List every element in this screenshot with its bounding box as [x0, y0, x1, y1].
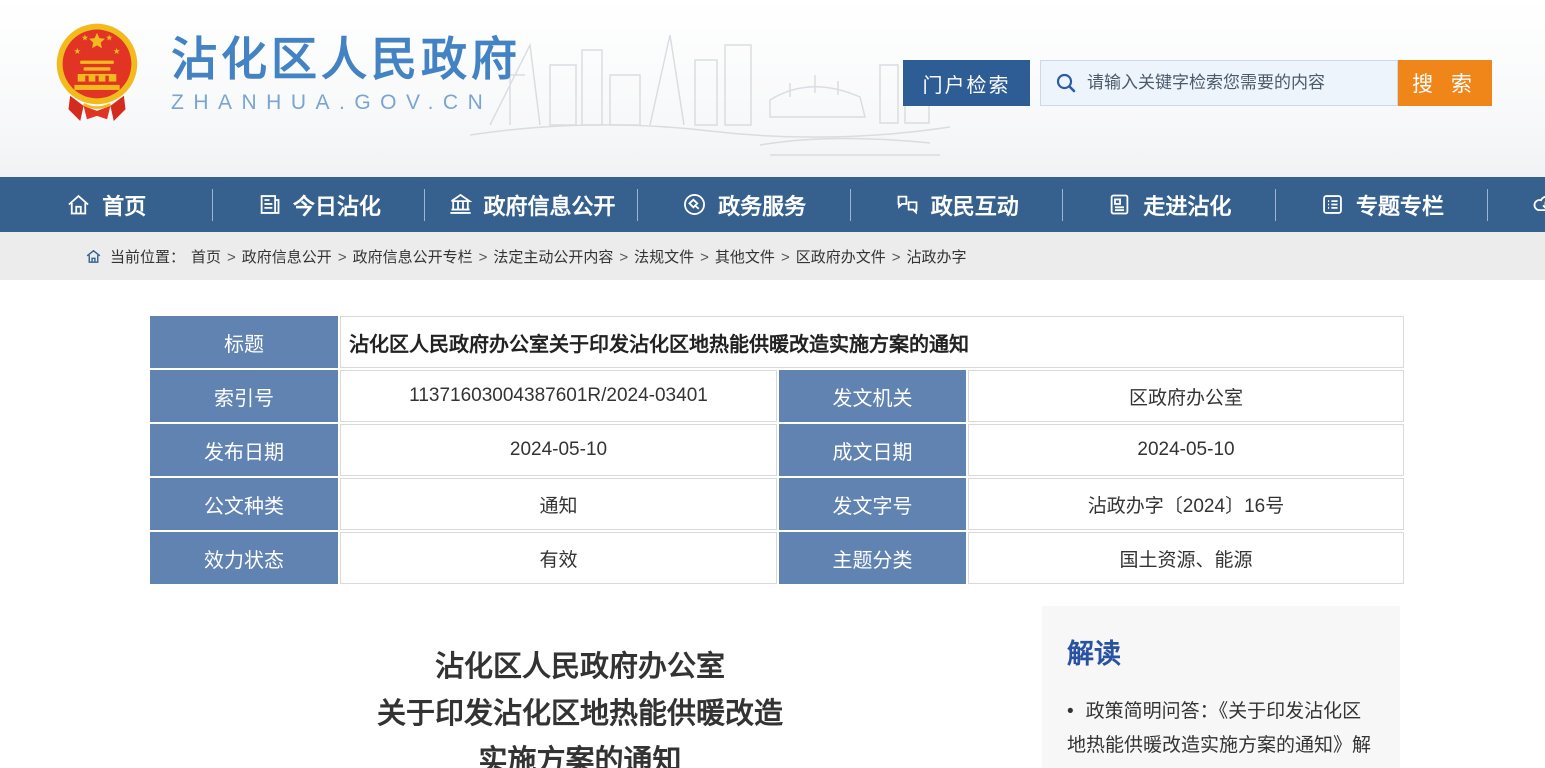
nav-item-info-disclosure[interactable]: 政府信息公开	[425, 177, 637, 232]
meta-label-title: 标题	[150, 316, 338, 368]
meta-label-doc-number: 发文字号	[779, 478, 966, 530]
nav-item-topics[interactable]: 专题专栏	[1276, 177, 1488, 232]
search-input[interactable]	[1087, 73, 1387, 93]
nav-item-interaction[interactable]: 政民互动	[851, 177, 1063, 232]
meta-value-subject-category: 国土资源、能源	[968, 532, 1404, 584]
document-title-line1: 沾化区人民政府办公室	[150, 644, 1010, 691]
interpretation-link[interactable]: 政策简明问答：《关于印发沾化区地热能供暖改造实施方案的通知》解读	[1067, 695, 1375, 768]
meta-value-doc-number: 沾政办字〔2024〕16号	[968, 478, 1404, 530]
breadcrumb-item-regulations[interactable]: 法规文件	[634, 246, 715, 267]
breadcrumb-item-gov-office-files[interactable]: 区政府办文件	[796, 246, 907, 267]
main-navigation: 首页 今日沾化 政府信息公开 政务服务 政民互动 走进沾化 专题	[0, 177, 1545, 232]
nav-item-open-data[interactable]: 数据开放	[1488, 177, 1545, 232]
search-box	[1040, 60, 1398, 106]
meta-value-title: 沾化区人民政府办公室关于印发沾化区地热能供暖改造实施方案的通知	[340, 316, 1404, 368]
site-name: 沾化区人民政府	[171, 33, 521, 85]
breadcrumb-item-info-column[interactable]: 政府信息公开专栏	[353, 246, 494, 267]
breadcrumb: 当前位置： 首页 政府信息公开 政府信息公开专栏 法定主动公开内容 法规文件 其…	[0, 232, 1545, 280]
meta-label-publish-date: 发布日期	[150, 424, 338, 476]
portal-search-button[interactable]: 门户检索	[903, 60, 1030, 106]
meta-value-publish-date: 2024-05-10	[340, 424, 777, 476]
interpretation-panel: 解读 政策简明问答：《关于印发沾化区地热能供暖改造实施方案的通知》解读	[1042, 606, 1400, 768]
meta-value-doc-type: 通知	[340, 478, 777, 530]
document-meta-table: 标题 沾化区人民政府办公室关于印发沾化区地热能供暖改造实施方案的通知 索引号 1…	[150, 316, 1400, 584]
document-icon	[1106, 191, 1133, 218]
home-icon	[65, 191, 92, 218]
city-sketch-watermark	[470, 5, 950, 170]
search-icon	[1055, 72, 1077, 94]
breadcrumb-home-icon	[85, 248, 102, 265]
breadcrumb-label: 当前位置：	[110, 246, 185, 267]
svg-text:★: ★	[113, 46, 121, 56]
site-domain: ZHANHUA.GOV.CN	[171, 91, 521, 115]
breadcrumb-item-current[interactable]: 沾政办字	[906, 246, 966, 267]
interpretation-heading: 解读	[1067, 632, 1375, 671]
breadcrumb-item-info[interactable]: 政府信息公开	[242, 246, 353, 267]
nav-item-home[interactable]: 首页	[0, 177, 212, 232]
meta-label-validity: 效力状态	[150, 532, 338, 584]
meta-label-doc-type: 公文种类	[150, 478, 338, 530]
bank-icon	[447, 191, 474, 218]
list-icon	[1319, 191, 1346, 218]
svg-text:★: ★	[105, 32, 113, 42]
document-title: 沾化区人民政府办公室 关于印发沾化区地热能供暖改造 实施方案的通知	[150, 644, 1010, 768]
meta-value-validity: 有效	[340, 532, 777, 584]
meta-label-subject-category: 主题分类	[779, 532, 966, 584]
search-submit-button[interactable]: 搜 索	[1398, 60, 1492, 106]
meta-label-issuing-agency: 发文机关	[779, 370, 966, 422]
site-logo[interactable]: ★ ★ ★ ★ 沾化区人民政府 ZHANHUA.GOV.CN	[55, 22, 521, 126]
breadcrumb-item-other-files[interactable]: 其他文件	[715, 246, 796, 267]
meta-value-issuing-agency: 区政府办公室	[968, 370, 1404, 422]
main-content: 标题 沾化区人民政府办公室关于印发沾化区地热能供暖改造实施方案的通知 索引号 1…	[0, 280, 1545, 768]
site-header: ★ ★ ★ ★ 沾化区人民政府 ZHANHUA.GOV.CN 门户检索	[0, 0, 1545, 177]
svg-text:★: ★	[81, 32, 89, 42]
meta-value-index-no: 11371603004387601R/2024-03401	[340, 370, 777, 422]
document-title-line2: 关于印发沾化区地热能供暖改造	[150, 691, 1010, 738]
meta-label-written-date: 成文日期	[779, 424, 966, 476]
nav-item-about[interactable]: 走进沾化	[1063, 177, 1275, 232]
nav-item-services[interactable]: 政务服务	[638, 177, 850, 232]
cloud-download-icon	[1532, 191, 1545, 218]
breadcrumb-item-home[interactable]: 首页	[191, 246, 242, 267]
news-icon	[256, 191, 283, 218]
svg-text:★: ★	[74, 46, 82, 56]
service-hands-icon	[681, 191, 708, 218]
national-emblem-icon: ★ ★ ★ ★	[55, 22, 139, 126]
meta-value-written-date: 2024-05-10	[968, 424, 1404, 476]
document-body-column: 沾化区人民政府办公室 关于印发沾化区地热能供暖改造 实施方案的通知	[150, 606, 1010, 768]
breadcrumb-item-statutory[interactable]: 法定主动公开内容	[493, 246, 634, 267]
chat-icon	[894, 191, 921, 218]
meta-label-index-no: 索引号	[150, 370, 338, 422]
document-title-line3: 实施方案的通知	[150, 738, 1010, 768]
nav-item-today[interactable]: 今日沾化	[213, 177, 425, 232]
